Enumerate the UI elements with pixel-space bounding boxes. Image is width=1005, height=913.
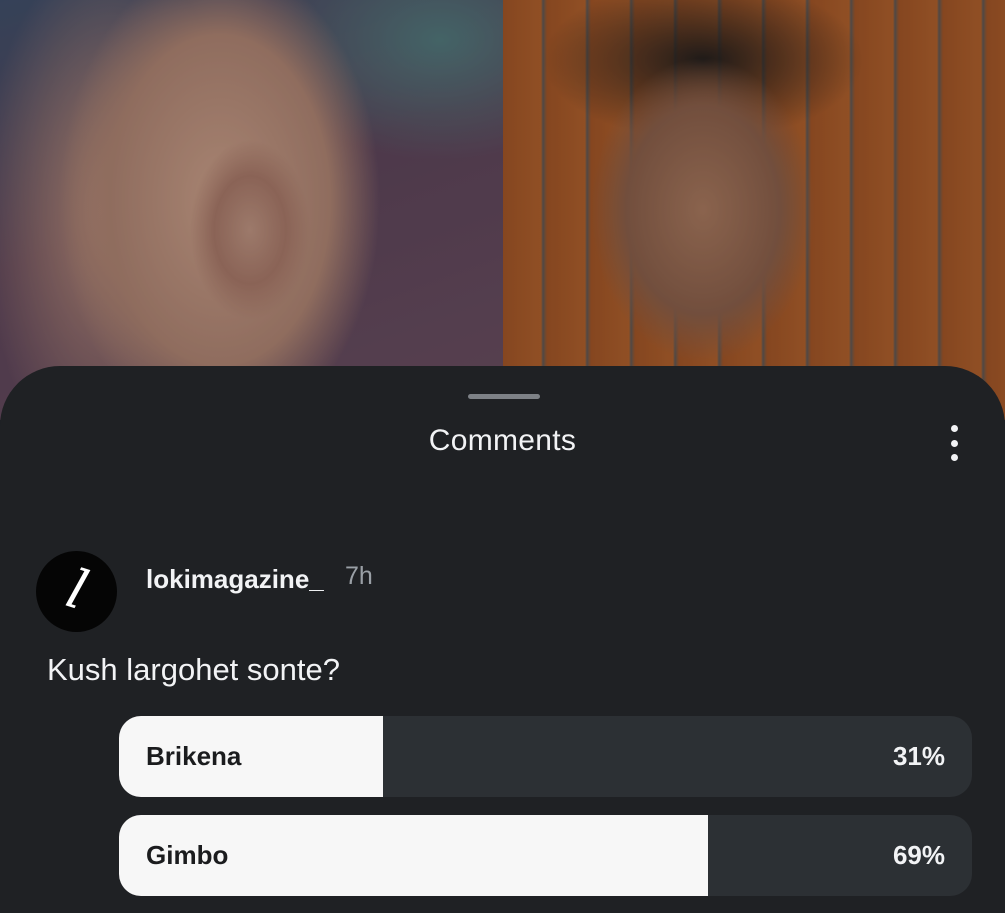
comment-text: Kush largohet sonte? — [47, 652, 340, 687]
more-dot — [950, 454, 958, 461]
poll-option-percent: 31% — [892, 741, 945, 771]
poll-option-brikena[interactable]: Brikena 31% — [119, 716, 972, 797]
sheet-title: Comments — [428, 424, 577, 457]
comment-timestamp: 7h — [345, 562, 373, 590]
username-link[interactable]: lokimagazine_ — [146, 564, 324, 595]
photo-dim-overlay — [0, 0, 1005, 420]
poll-option-label: Gimbo — [146, 840, 229, 870]
poll-option-gimbo[interactable]: Gimbo 69% — [119, 815, 972, 896]
poll-option-label: Brikena — [146, 741, 242, 771]
more-dot — [950, 439, 958, 447]
poll-option-percent: 69% — [892, 840, 945, 870]
avatar-logo: l — [59, 556, 96, 623]
more-dot — [950, 425, 958, 432]
background-photo — [0, 0, 1005, 420]
avatar[interactable]: l — [36, 551, 117, 632]
more-options-icon[interactable] — [934, 422, 974, 464]
drag-handle[interactable] — [468, 394, 540, 399]
comments-sheet: Comments l lokimagazine_ 7h Kush largohe… — [0, 366, 1005, 913]
